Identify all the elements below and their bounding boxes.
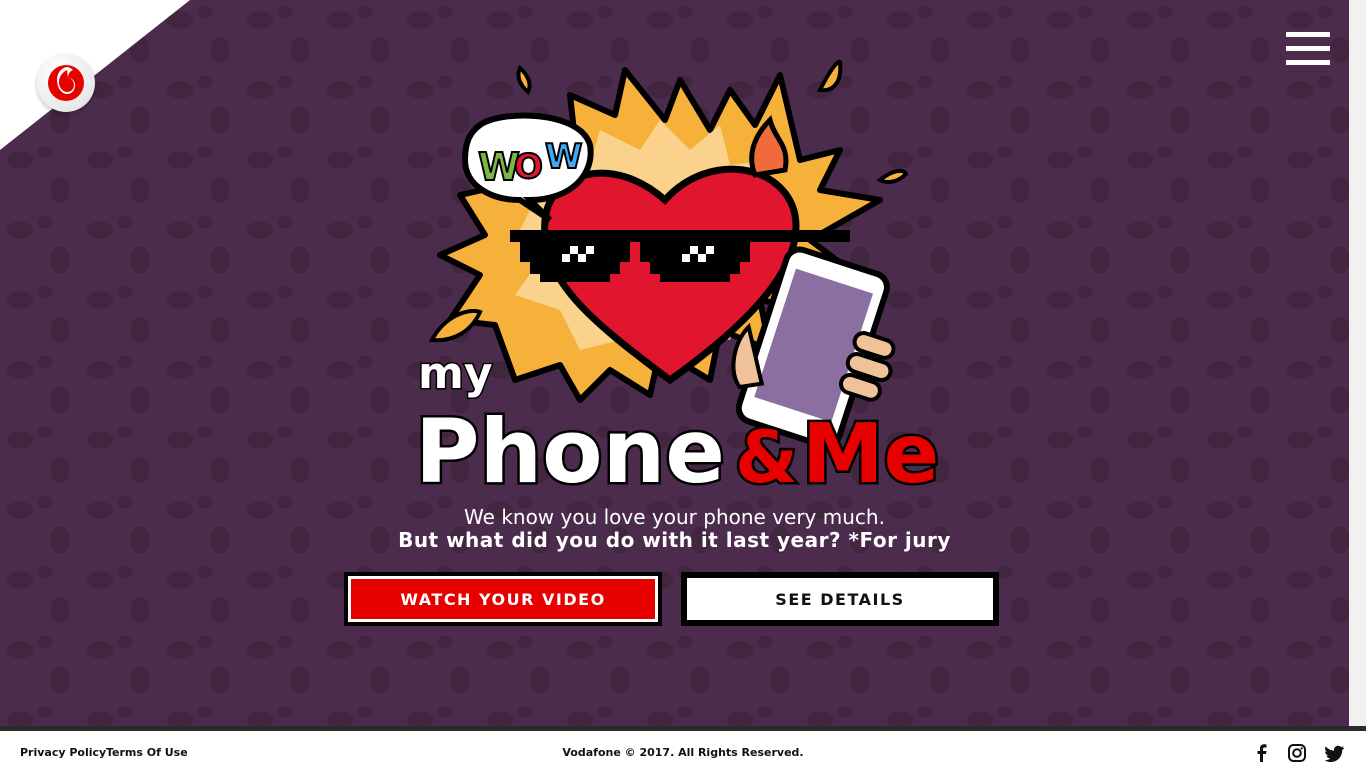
title-me: Me xyxy=(802,407,939,495)
svg-text:O: O xyxy=(514,147,543,187)
footer: Privacy Policy Terms Of Use Vodafone © 2… xyxy=(0,726,1366,768)
see-details-button[interactable]: SEE DETAILS xyxy=(681,572,999,626)
hero-illustration: W O W my Phone & Me xyxy=(413,59,942,495)
twitter-icon[interactable] xyxy=(1325,743,1345,763)
title-ampersand: & xyxy=(735,415,798,495)
scrollbar[interactable] xyxy=(1349,0,1366,726)
hamburger-menu-icon[interactable] xyxy=(1286,32,1330,66)
flame-drop xyxy=(428,309,483,343)
facebook-icon[interactable] xyxy=(1252,743,1272,763)
title-my: my xyxy=(418,348,493,399)
watch-video-button[interactable]: WATCH YOUR VIDEO xyxy=(344,572,662,626)
copyright-text: Vodafone © 2017. All Rights Reserved. xyxy=(562,746,804,759)
instagram-icon[interactable] xyxy=(1287,743,1307,763)
tagline-line1: We know you love your phone very much. xyxy=(464,505,885,529)
vodafone-logo[interactable] xyxy=(37,54,95,112)
title-phone: Phone xyxy=(415,400,725,495)
tagline-line2: But what did you do with it last year? *… xyxy=(398,528,951,552)
corner-banner xyxy=(0,0,190,150)
svg-text:W: W xyxy=(545,137,583,177)
flame-drop xyxy=(876,168,909,184)
flame-drop xyxy=(816,59,843,93)
vodafone-speechmark-icon xyxy=(48,65,84,101)
flame-drop xyxy=(516,64,532,96)
